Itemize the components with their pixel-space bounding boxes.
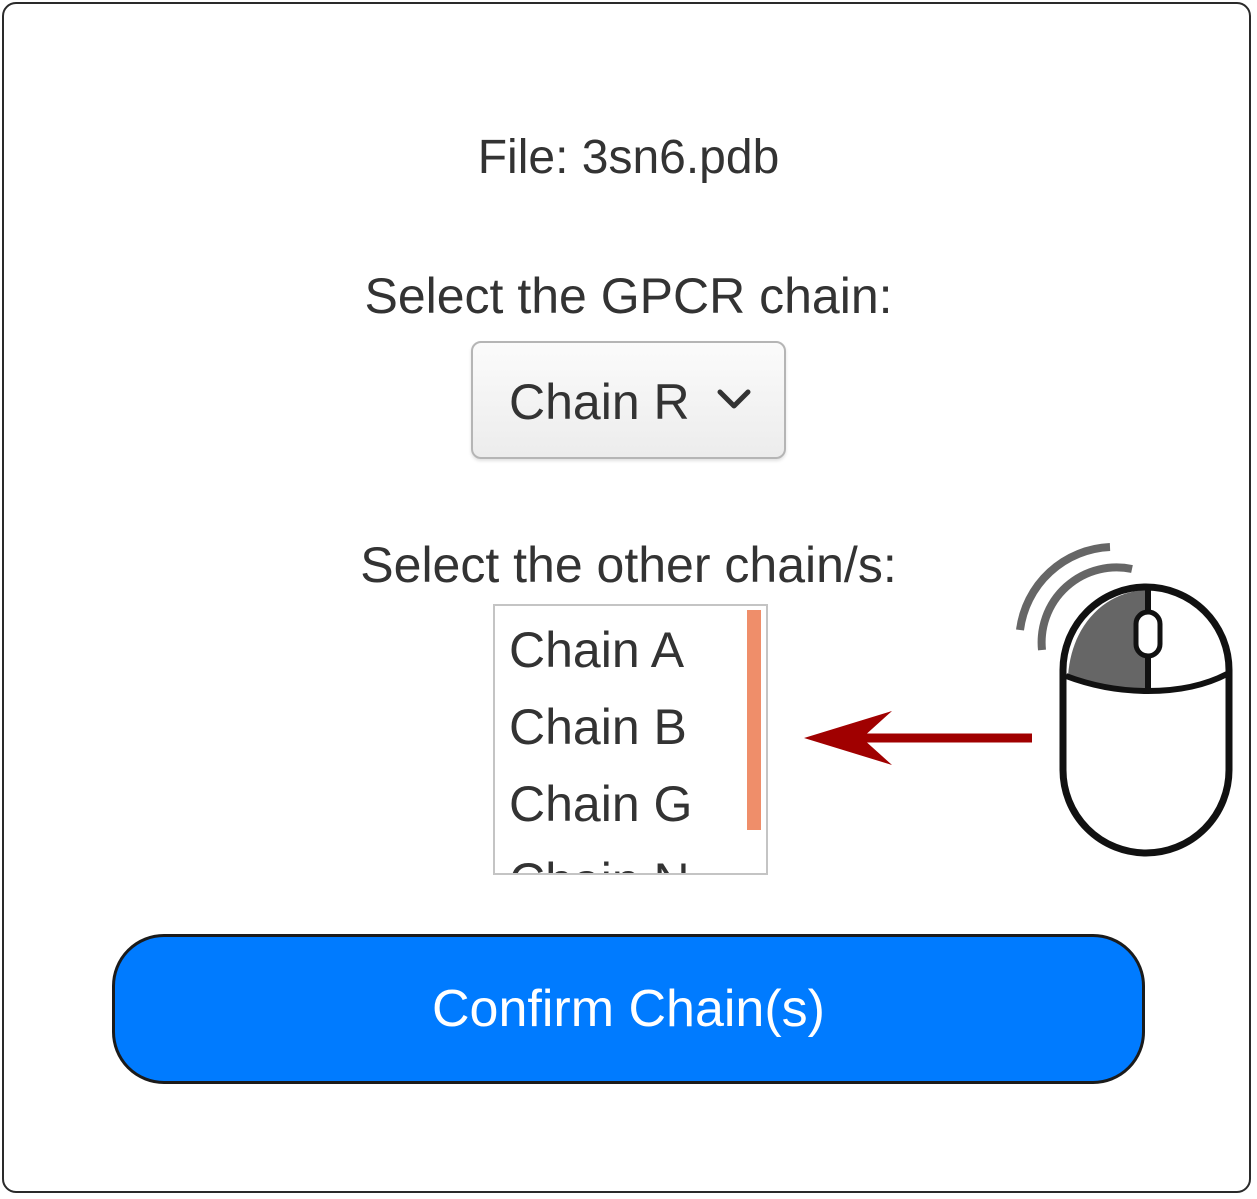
list-item-chain-a[interactable]: Chain A (509, 620, 684, 680)
arrow-left-icon (804, 711, 1032, 765)
list-item-chain-g[interactable]: Chain G (509, 774, 692, 834)
gpcr-chain-selected-value: Chain R (509, 374, 690, 430)
chevron-down-icon (717, 389, 751, 409)
file-name-label: File: 3sn6.pdb (477, 131, 780, 184)
list-item-chain-b[interactable]: Chain B (509, 697, 687, 757)
gpcr-chain-select[interactable]: Chain R (471, 341, 786, 459)
listbox-scrollbar[interactable] (747, 610, 761, 830)
confirm-chains-button[interactable]: Confirm Chain(s) (112, 934, 1145, 1084)
mouse-scroll-wheel-icon (1016, 543, 1233, 857)
other-chains-listbox[interactable]: Chain A Chain B Chain G Chain N (493, 604, 768, 875)
list-item-chain-n[interactable]: Chain N (509, 851, 690, 873)
gpcr-chain-label: Select the GPCR chain: (364, 268, 893, 324)
